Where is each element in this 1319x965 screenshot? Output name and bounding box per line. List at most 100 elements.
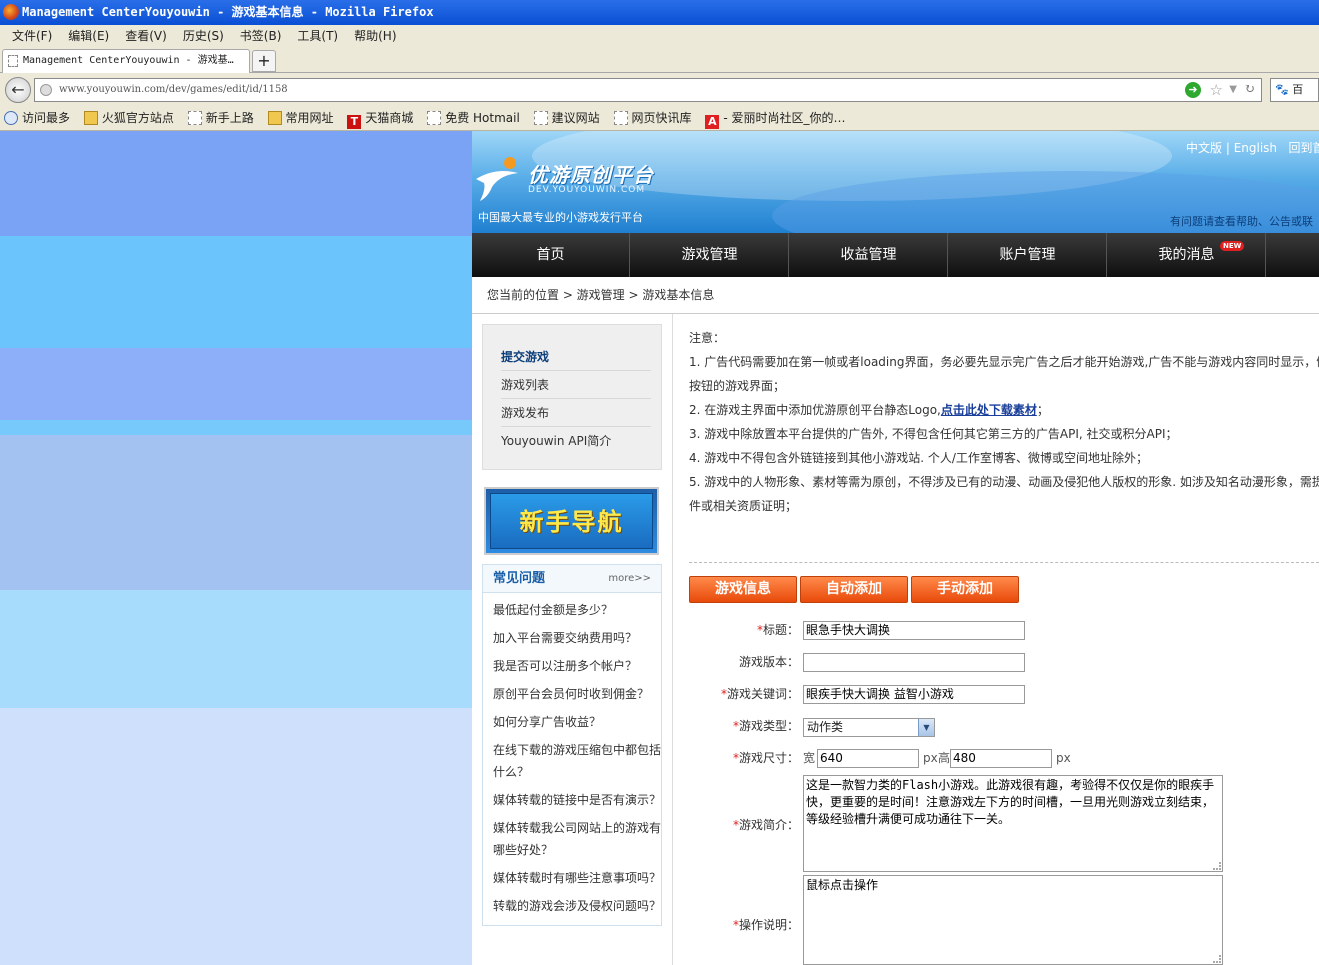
- faq-title: 常见问题: [493, 571, 546, 586]
- faq-more-link[interactable]: more>>: [608, 565, 651, 593]
- faq-item[interactable]: 我是否可以注册多个帐户？: [493, 655, 661, 677]
- bookmark-common-sites[interactable]: 常用网址: [267, 107, 334, 130]
- browser-tab[interactable]: Management CenterYouyouwin - 游戏基…: [2, 49, 250, 73]
- note-1: 1. 广告代码需要加在第一帧或者loading界面，务必要先显示完广告之后才能开…: [689, 355, 1319, 369]
- star-icon[interactable]: ☆: [1210, 79, 1223, 101]
- home-link[interactable]: 回到首: [1288, 141, 1319, 155]
- note-5-cont: 件或相关资质证明；: [689, 499, 798, 513]
- menu-edit[interactable]: 编辑(E): [60, 25, 117, 47]
- bookmark-tmall[interactable]: T 天猫商城: [347, 107, 413, 130]
- bookmark-getting-started[interactable]: 新手上路: [187, 107, 254, 130]
- nav-my-messages[interactable]: 我的消息: [1108, 233, 1266, 277]
- title-input[interactable]: 眼急手快大调换: [803, 621, 1025, 640]
- version-label: 游戏版本：: [738, 655, 799, 669]
- notes-section: 注意： 1. 广告代码需要加在第一帧或者loading界面，务必要先显示完广告之…: [689, 326, 1319, 518]
- tab-auto-add[interactable]: 自动添加: [800, 576, 908, 603]
- bookmark-firefox[interactable]: 火狐官方站点: [83, 107, 174, 130]
- page-icon: [533, 111, 548, 125]
- type-label: *游戏类型：: [689, 715, 799, 737]
- search-engine-icon: 🐾: [1275, 83, 1289, 96]
- bookmark-label: 火狐官方站点: [101, 111, 174, 125]
- faq-item[interactable]: 如何分享广告收益？: [493, 711, 661, 733]
- version-input[interactable]: [803, 653, 1025, 672]
- note-2: 2. 在游戏主界面中添加优游原创平台静态Logo,点击此处下载素材；: [689, 398, 1319, 422]
- resize-grip-icon[interactable]: [1213, 862, 1221, 870]
- bookmark-label: 网页快讯库: [631, 111, 692, 125]
- faq-item[interactable]: 在线下载的游戏压缩包中都包括什么？: [493, 739, 661, 783]
- bookmarks-bar: 访问最多 火狐官方站点 新手上路 常用网址 T 天猫商城 免费 Hotmail 建…: [0, 107, 1319, 131]
- form-row-title: *标题： 眼急手快大调换: [689, 619, 1319, 641]
- note-4: 4. 游戏中不得包含外链链接到其他小游戏站. 个人/工作室博客、微博或空间地址除…: [689, 451, 1148, 465]
- menu-bar: 文件(F) 编辑(E) 查看(V) 历史(S) 书签(B) 工具(T) 帮助(H): [0, 25, 1319, 47]
- menu-history[interactable]: 历史(S): [175, 25, 232, 47]
- width-input[interactable]: 640: [817, 749, 919, 768]
- nav-game-management[interactable]: 游戏管理: [631, 233, 789, 277]
- bookmark-webslice[interactable]: 网页快讯库: [613, 107, 692, 130]
- faq-item[interactable]: 原创平台会员何时收到佣金？: [493, 683, 661, 705]
- address-bar[interactable]: www.youyouwin.com/dev/games/edit/id/1158…: [34, 78, 1262, 102]
- type-select[interactable]: 动作类 ▼: [803, 718, 935, 737]
- nav-messages-label: 我的消息: [1158, 247, 1215, 263]
- chevron-down-icon[interactable]: ▼: [918, 719, 934, 736]
- menu-bookmarks[interactable]: 书签(B): [232, 25, 290, 47]
- sidebar-item-api-intro[interactable]: Youyouwin API简介: [501, 427, 651, 455]
- nav-revenue-management[interactable]: 收益管理: [790, 233, 948, 277]
- form-row-version: 游戏版本：: [689, 651, 1319, 673]
- page-icon: [613, 111, 628, 125]
- menu-view[interactable]: 查看(V): [117, 25, 175, 47]
- lang-english-link[interactable]: English: [1234, 141, 1277, 155]
- bookmark-most-visited[interactable]: 访问最多: [4, 107, 70, 130]
- keywords-input[interactable]: 眼疾手快大调换 益智小游戏: [803, 685, 1025, 704]
- faq-item[interactable]: 最低起付金额是多少？: [493, 599, 661, 621]
- nav-home[interactable]: 首页: [472, 233, 630, 277]
- sidebar-item-submit-game[interactable]: 提交游戏: [501, 343, 651, 371]
- faq-item[interactable]: 加入平台需要交纳费用吗？: [493, 627, 661, 649]
- bookmark-hotmail[interactable]: 免费 Hotmail: [427, 107, 520, 130]
- tab-bar: Management CenterYouyouwin - 游戏基… +: [0, 47, 1319, 73]
- bookmark-suggested[interactable]: 建议网站: [533, 107, 600, 130]
- help-notice[interactable]: 有问题请查看帮助、公告或联: [1170, 213, 1313, 229]
- faq-header: 常见问题 more>>: [483, 565, 661, 593]
- title-label-text: 标题：: [762, 623, 799, 637]
- bookmark-label: - 爱丽时尚社区_你的…: [723, 111, 846, 125]
- resize-grip-icon[interactable]: [1213, 955, 1221, 963]
- ops-text: 鼠标点击操作: [806, 878, 879, 892]
- download-logo-link[interactable]: 点击此处下载素材: [941, 403, 1037, 417]
- tab-game-info[interactable]: 游戏信息: [689, 576, 797, 603]
- ops-label: *操作说明：: [689, 914, 799, 936]
- faq-item[interactable]: 媒体转载时有哪些注意事项吗？: [493, 867, 661, 889]
- faq-item[interactable]: 媒体转载的链接中是否有演示？: [493, 789, 661, 811]
- newbie-guide-banner[interactable]: 新手导航: [484, 487, 659, 555]
- dropdown-icon[interactable]: ▼: [1229, 79, 1237, 101]
- column-divider: [672, 314, 673, 965]
- menu-help[interactable]: 帮助(H): [346, 25, 404, 47]
- go-icon[interactable]: ➜: [1185, 82, 1201, 98]
- keywords-label-text: 游戏关键词：: [726, 687, 799, 701]
- faq-item[interactable]: 转载的游戏会涉及侵权问题吗？: [493, 895, 661, 917]
- width-label: 宽: [803, 751, 816, 765]
- back-button[interactable]: ←: [5, 77, 31, 103]
- ops-textarea[interactable]: 鼠标点击操作: [803, 875, 1223, 965]
- height-input[interactable]: 480: [950, 749, 1052, 768]
- search-box[interactable]: 🐾 百: [1270, 78, 1319, 102]
- logo-text[interactable]: 优游原创平台: [528, 159, 654, 188]
- faq-box: 常见问题 more>> 最低起付金额是多少？ 加入平台需要交纳费用吗？ 我是否可…: [482, 564, 662, 926]
- menu-file[interactable]: 文件(F): [4, 25, 60, 47]
- size-label-text: 游戏尺寸：: [738, 751, 799, 765]
- new-tab-button[interactable]: +: [252, 50, 276, 72]
- search-text: 百: [1292, 83, 1304, 96]
- lang-chinese-link[interactable]: 中文版: [1186, 141, 1222, 155]
- faq-item[interactable]: 媒体转载我公司网站上的游戏有哪些好处？: [493, 817, 661, 861]
- intro-textarea[interactable]: 这是一款智力类的Flash小游戏。此游戏很有趣，考验得不仅仅是你的眼疾手快，更重…: [803, 775, 1223, 872]
- reload-icon[interactable]: ↻: [1244, 79, 1255, 101]
- sidebar-item-game-list[interactable]: 游戏列表: [501, 371, 651, 399]
- sidebar-item-game-publish[interactable]: 游戏发布: [501, 399, 651, 427]
- tab-manual-add[interactable]: 手动添加: [911, 576, 1019, 603]
- navigation-bar: ← www.youyouwin.com/dev/games/edit/id/11…: [0, 73, 1319, 107]
- language-switcher: 中文版 | English 回到首: [1186, 139, 1319, 156]
- form-row-type: *游戏类型： 动作类 ▼: [689, 715, 1319, 737]
- bookmark-label: 天猫商城: [365, 111, 414, 125]
- bookmark-aili[interactable]: A- 爱丽时尚社区_你的…: [705, 107, 846, 130]
- menu-tools[interactable]: 工具(T): [289, 25, 346, 47]
- nav-account-management[interactable]: 账户管理: [949, 233, 1107, 277]
